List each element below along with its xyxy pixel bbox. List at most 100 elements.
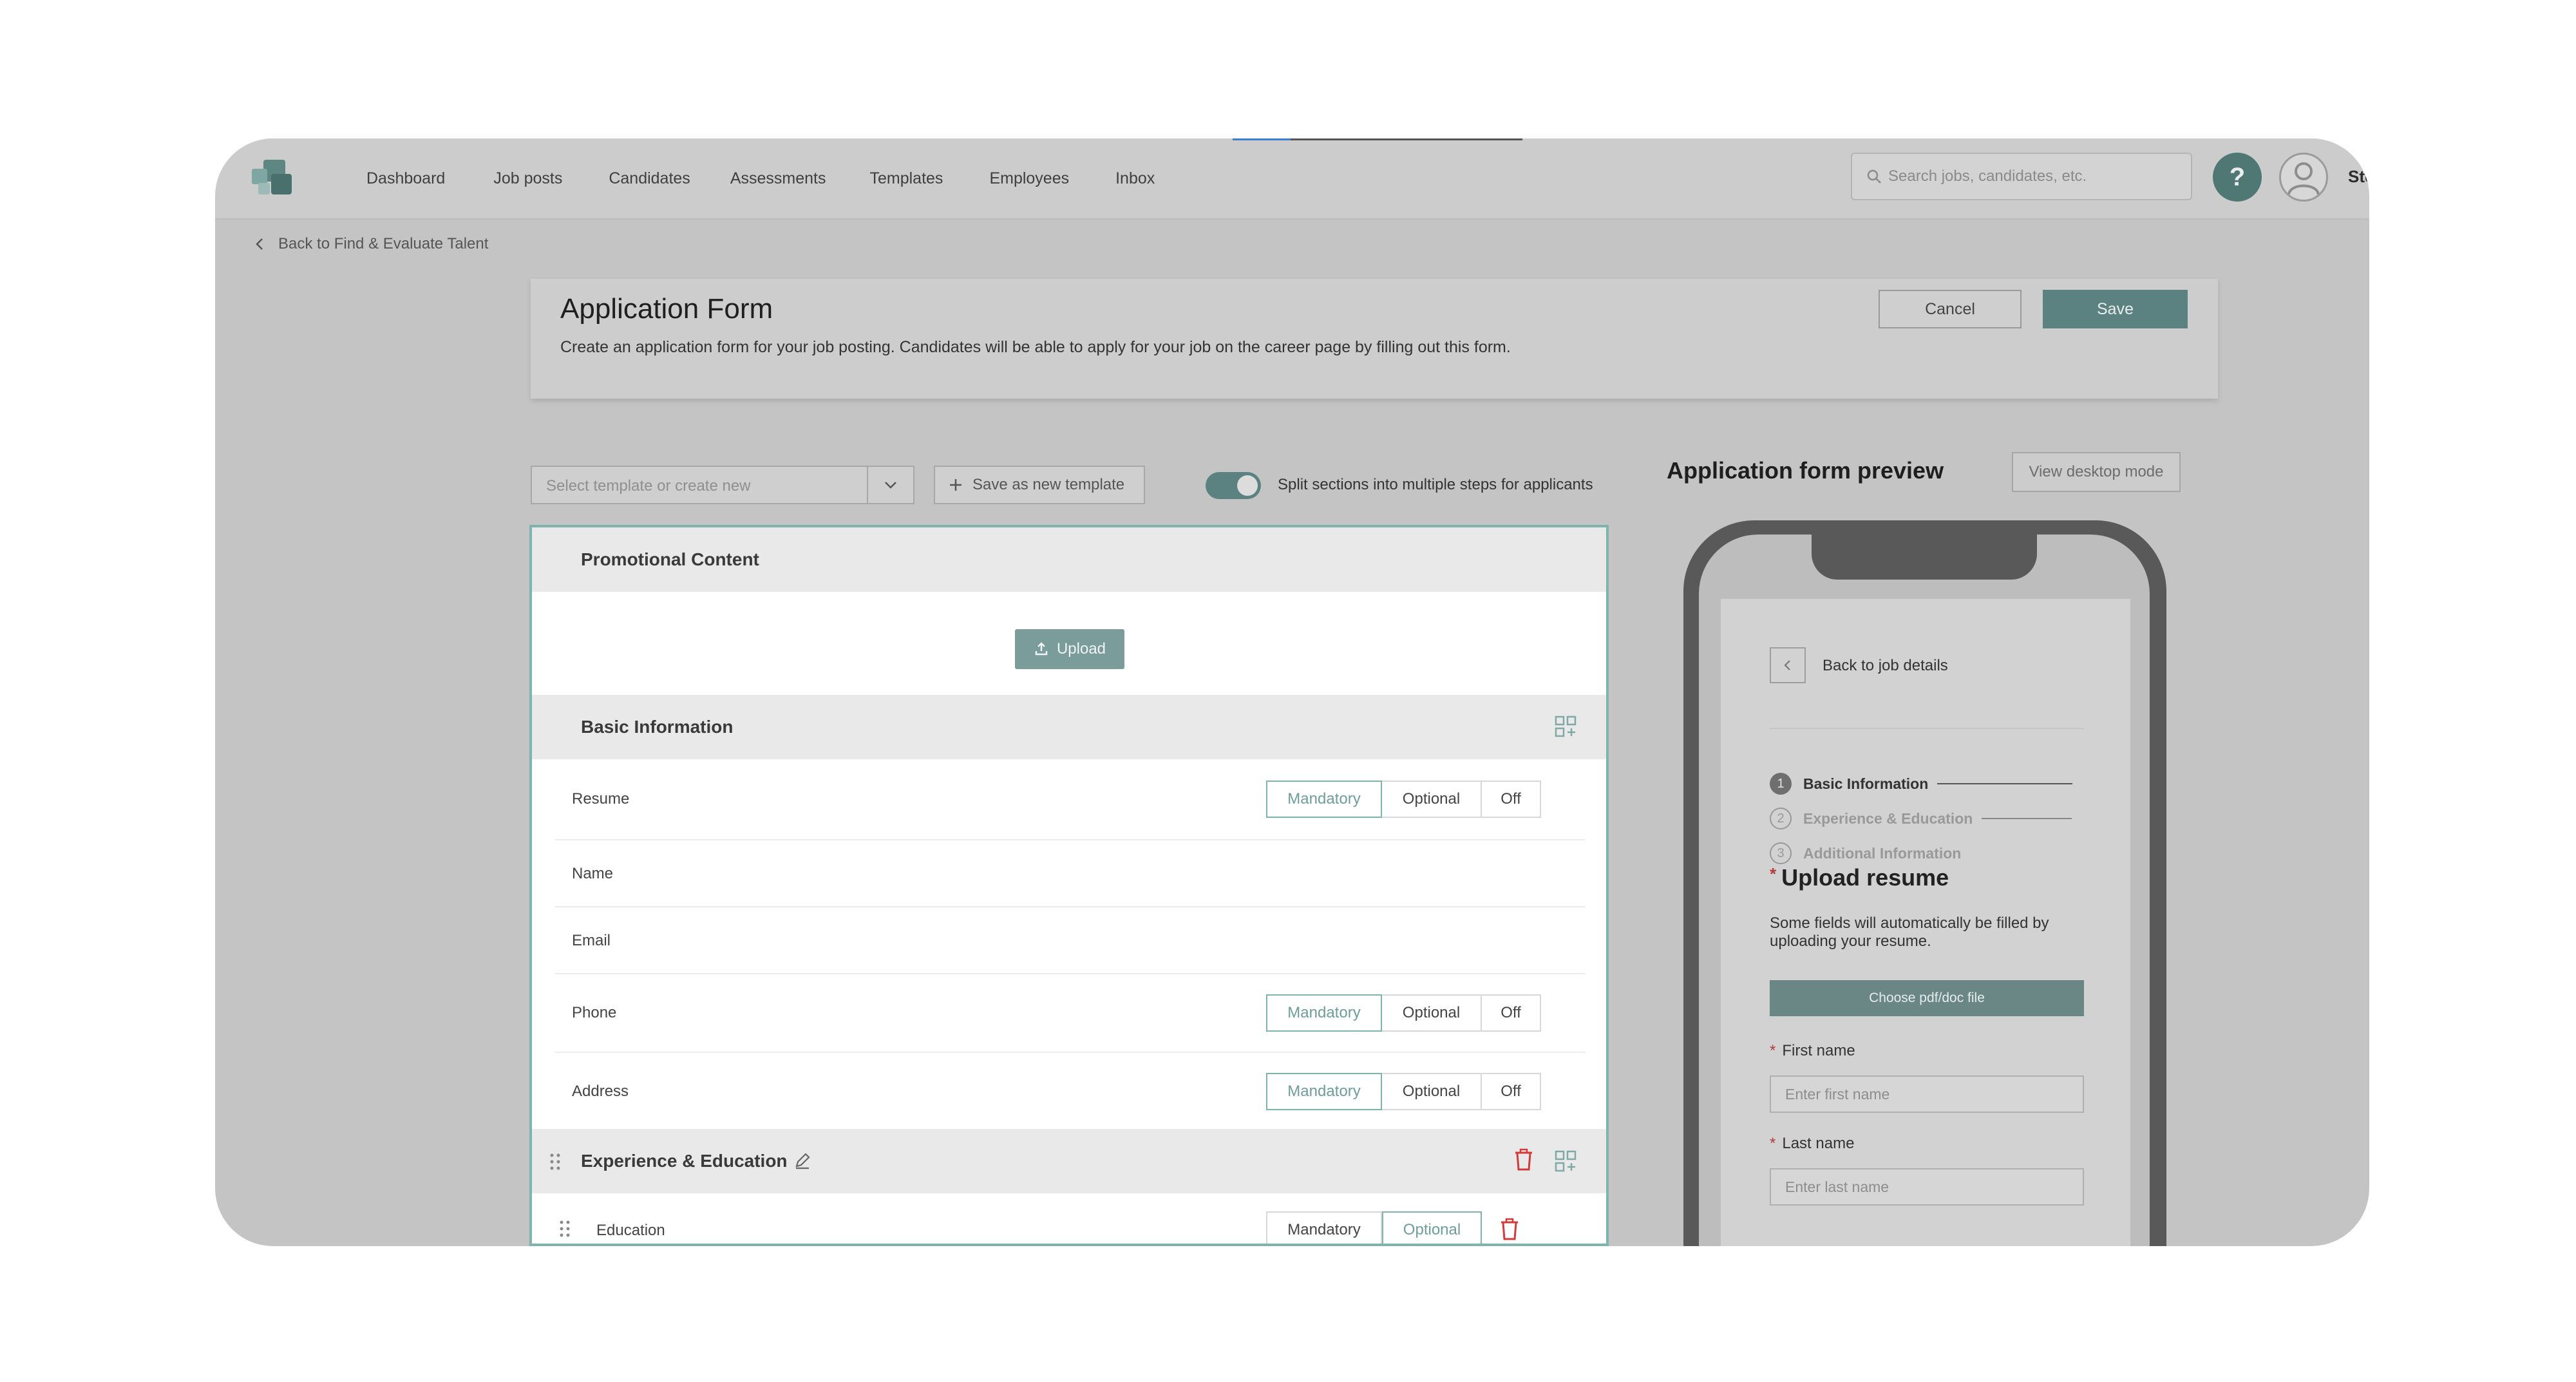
search-placeholder: Search jobs, candidates, etc.	[1888, 167, 2087, 185]
user-name[interactable]: Ste	[2348, 167, 2369, 187]
field-label: Phone	[572, 1004, 617, 1021]
section-title: Promotional Content	[581, 549, 759, 569]
step-2[interactable]: 2 Experience & Education	[1770, 808, 2072, 829]
field-requirement-toggle: Mandatory Optional	[1266, 1211, 1482, 1244]
last-name-input[interactable]: Enter last name	[1770, 1168, 2084, 1206]
toggle-knob	[1237, 475, 1258, 496]
drag-handle-icon[interactable]	[558, 1219, 571, 1238]
field-label: Resume	[572, 790, 630, 808]
phone-screen: Back to job details 1 Basic Information …	[1721, 599, 2130, 1246]
nav-employees[interactable]: Employees	[989, 169, 1069, 188]
field-row-education: Education Mandatory Optional	[555, 1193, 1586, 1244]
chevron-left-icon	[256, 238, 263, 250]
step-name: Experience & Education	[1803, 809, 1973, 827]
help-button[interactable]: ?	[2213, 153, 2262, 202]
option-mandatory[interactable]: Mandatory	[1266, 1073, 1382, 1110]
upload-button[interactable]: Upload	[1015, 629, 1124, 669]
trash-icon[interactable]	[1513, 1148, 1534, 1171]
nav-job-posts[interactable]: Job posts	[493, 169, 562, 188]
option-optional[interactable]: Optional	[1382, 1073, 1482, 1110]
back-link-label: Back to Find & Evaluate Talent	[278, 235, 489, 252]
option-off[interactable]: Off	[1482, 781, 1541, 818]
trash-icon[interactable]	[1499, 1218, 1520, 1241]
required-marker: *	[1770, 864, 1777, 884]
option-off[interactable]: Off	[1482, 994, 1541, 1032]
page-description: Create an application form for your job …	[560, 338, 1511, 356]
step-3[interactable]: 3 Additional Information	[1770, 842, 1961, 864]
layout-grid-icon[interactable]	[1555, 1150, 1577, 1172]
choose-file-button[interactable]: Choose pdf/doc file	[1770, 980, 2084, 1016]
label-text: First name	[1782, 1042, 1855, 1059]
top-nav: Dashboard Job posts Candidates Assessmen…	[215, 138, 2369, 220]
search-icon	[1867, 169, 1881, 184]
split-sections-toggle[interactable]	[1206, 472, 1261, 499]
app-window: Dashboard Job posts Candidates Assessmen…	[215, 138, 2369, 1246]
option-optional[interactable]: Optional	[1382, 781, 1482, 818]
phone-mockup: Back to job details 1 Basic Information …	[1683, 520, 2166, 1246]
view-desktop-button[interactable]: View desktop mode	[2012, 452, 2181, 492]
nav-candidates[interactable]: Candidates	[609, 169, 690, 188]
step-name: Additional Information	[1803, 844, 1962, 862]
step-line	[1937, 783, 2073, 784]
edit-pencil-icon[interactable]	[793, 1151, 812, 1170]
first-name-label: * First name	[1770, 1042, 1855, 1060]
chevron-left-icon	[1784, 660, 1790, 670]
field-label: Email	[572, 932, 611, 949]
field-row-phone: Phone Mandatory Optional Off	[555, 974, 1586, 1053]
nav-assessments[interactable]: Assessments	[730, 169, 826, 188]
nav-inbox[interactable]: Inbox	[1115, 169, 1155, 188]
section-title: Basic Information	[581, 717, 734, 737]
upload-icon	[1035, 642, 1048, 656]
step-number: 2	[1770, 808, 1792, 829]
back-to-job-label[interactable]: Back to job details	[1823, 657, 1948, 675]
section-experience-education: Experience & Education	[532, 1129, 1606, 1193]
drag-handle-icon[interactable]	[549, 1152, 562, 1171]
cancel-button[interactable]: Cancel	[1879, 290, 2022, 328]
heading-text: Upload resume	[1781, 864, 1949, 891]
nav-links: Dashboard Job posts Candidates Assessmen…	[350, 138, 1155, 218]
option-mandatory[interactable]: Mandatory	[1266, 994, 1382, 1032]
upload-resume-heading: * Upload resume	[1770, 864, 1949, 891]
field-requirement-toggle: Mandatory Optional Off	[1266, 1073, 1541, 1110]
nav-templates[interactable]: Templates	[869, 169, 943, 188]
step-number: 1	[1770, 773, 1792, 795]
back-link[interactable]: Back to Find & Evaluate Talent	[252, 235, 488, 253]
required-marker: *	[1770, 1135, 1776, 1152]
upload-resume-description: Some fields will automatically be filled…	[1770, 914, 2049, 950]
field-row-resume: Resume Mandatory Optional Off	[555, 759, 1586, 840]
option-optional[interactable]: Optional	[1382, 1211, 1482, 1244]
label-text: Last name	[1782, 1135, 1855, 1152]
step-name: Basic Information	[1803, 775, 1929, 792]
upload-label: Upload	[1056, 640, 1106, 658]
active-tab-indicator	[1233, 138, 1522, 140]
user-avatar-icon	[2287, 162, 2320, 195]
field-row-email: Email	[555, 907, 1586, 974]
divider	[1770, 728, 2084, 729]
section-promotional-content: Promotional Content	[532, 527, 1606, 592]
section-title: Experience & Education	[581, 1151, 788, 1171]
split-sections-label: Split sections into multiple steps for a…	[1278, 476, 1593, 493]
back-to-job-button[interactable]	[1770, 647, 1806, 683]
last-name-label: * Last name	[1770, 1135, 1854, 1153]
save-as-template-button[interactable]: Save as new template	[934, 466, 1145, 504]
option-mandatory[interactable]: Mandatory	[1266, 781, 1382, 818]
option-off[interactable]: Off	[1482, 1073, 1541, 1110]
step-1[interactable]: 1 Basic Information	[1770, 773, 2073, 795]
plus-icon	[950, 479, 961, 491]
field-label: Education	[596, 1222, 665, 1239]
nav-dashboard[interactable]: Dashboard	[366, 169, 445, 188]
option-mandatory[interactable]: Mandatory	[1266, 1211, 1382, 1244]
option-optional[interactable]: Optional	[1382, 994, 1482, 1032]
section-basic-information: Basic Information	[532, 695, 1606, 759]
template-select-toggle[interactable]	[867, 467, 913, 503]
layout-grid-icon[interactable]	[1555, 715, 1577, 737]
step-number: 3	[1770, 842, 1792, 864]
avatar[interactable]	[2279, 153, 2328, 202]
save-button[interactable]: Save	[2043, 290, 2188, 328]
template-select-placeholder: Select template or create new	[546, 477, 751, 495]
first-name-input[interactable]: Enter first name	[1770, 1075, 2084, 1113]
search-input[interactable]: Search jobs, candidates, etc.	[1851, 153, 2192, 200]
template-select[interactable]: Select template or create new	[531, 466, 914, 504]
preview-title: Application form preview	[1667, 457, 1944, 484]
company-logo-icon[interactable]	[244, 155, 302, 200]
